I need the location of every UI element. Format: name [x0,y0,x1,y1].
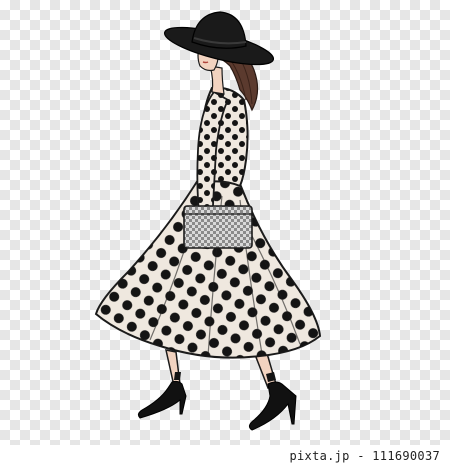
right-heel-shoe [248,381,297,431]
stock-watermark: pixta.jp - 111690037 [289,449,440,463]
image-canvas: pixta.jp - 111690037 [0,0,450,469]
clutch-bag [183,205,253,249]
wide-brim-hat [163,11,275,66]
left-heel-shoe [137,380,187,419]
fashion-illustration [94,11,322,431]
back-leg [165,349,181,387]
